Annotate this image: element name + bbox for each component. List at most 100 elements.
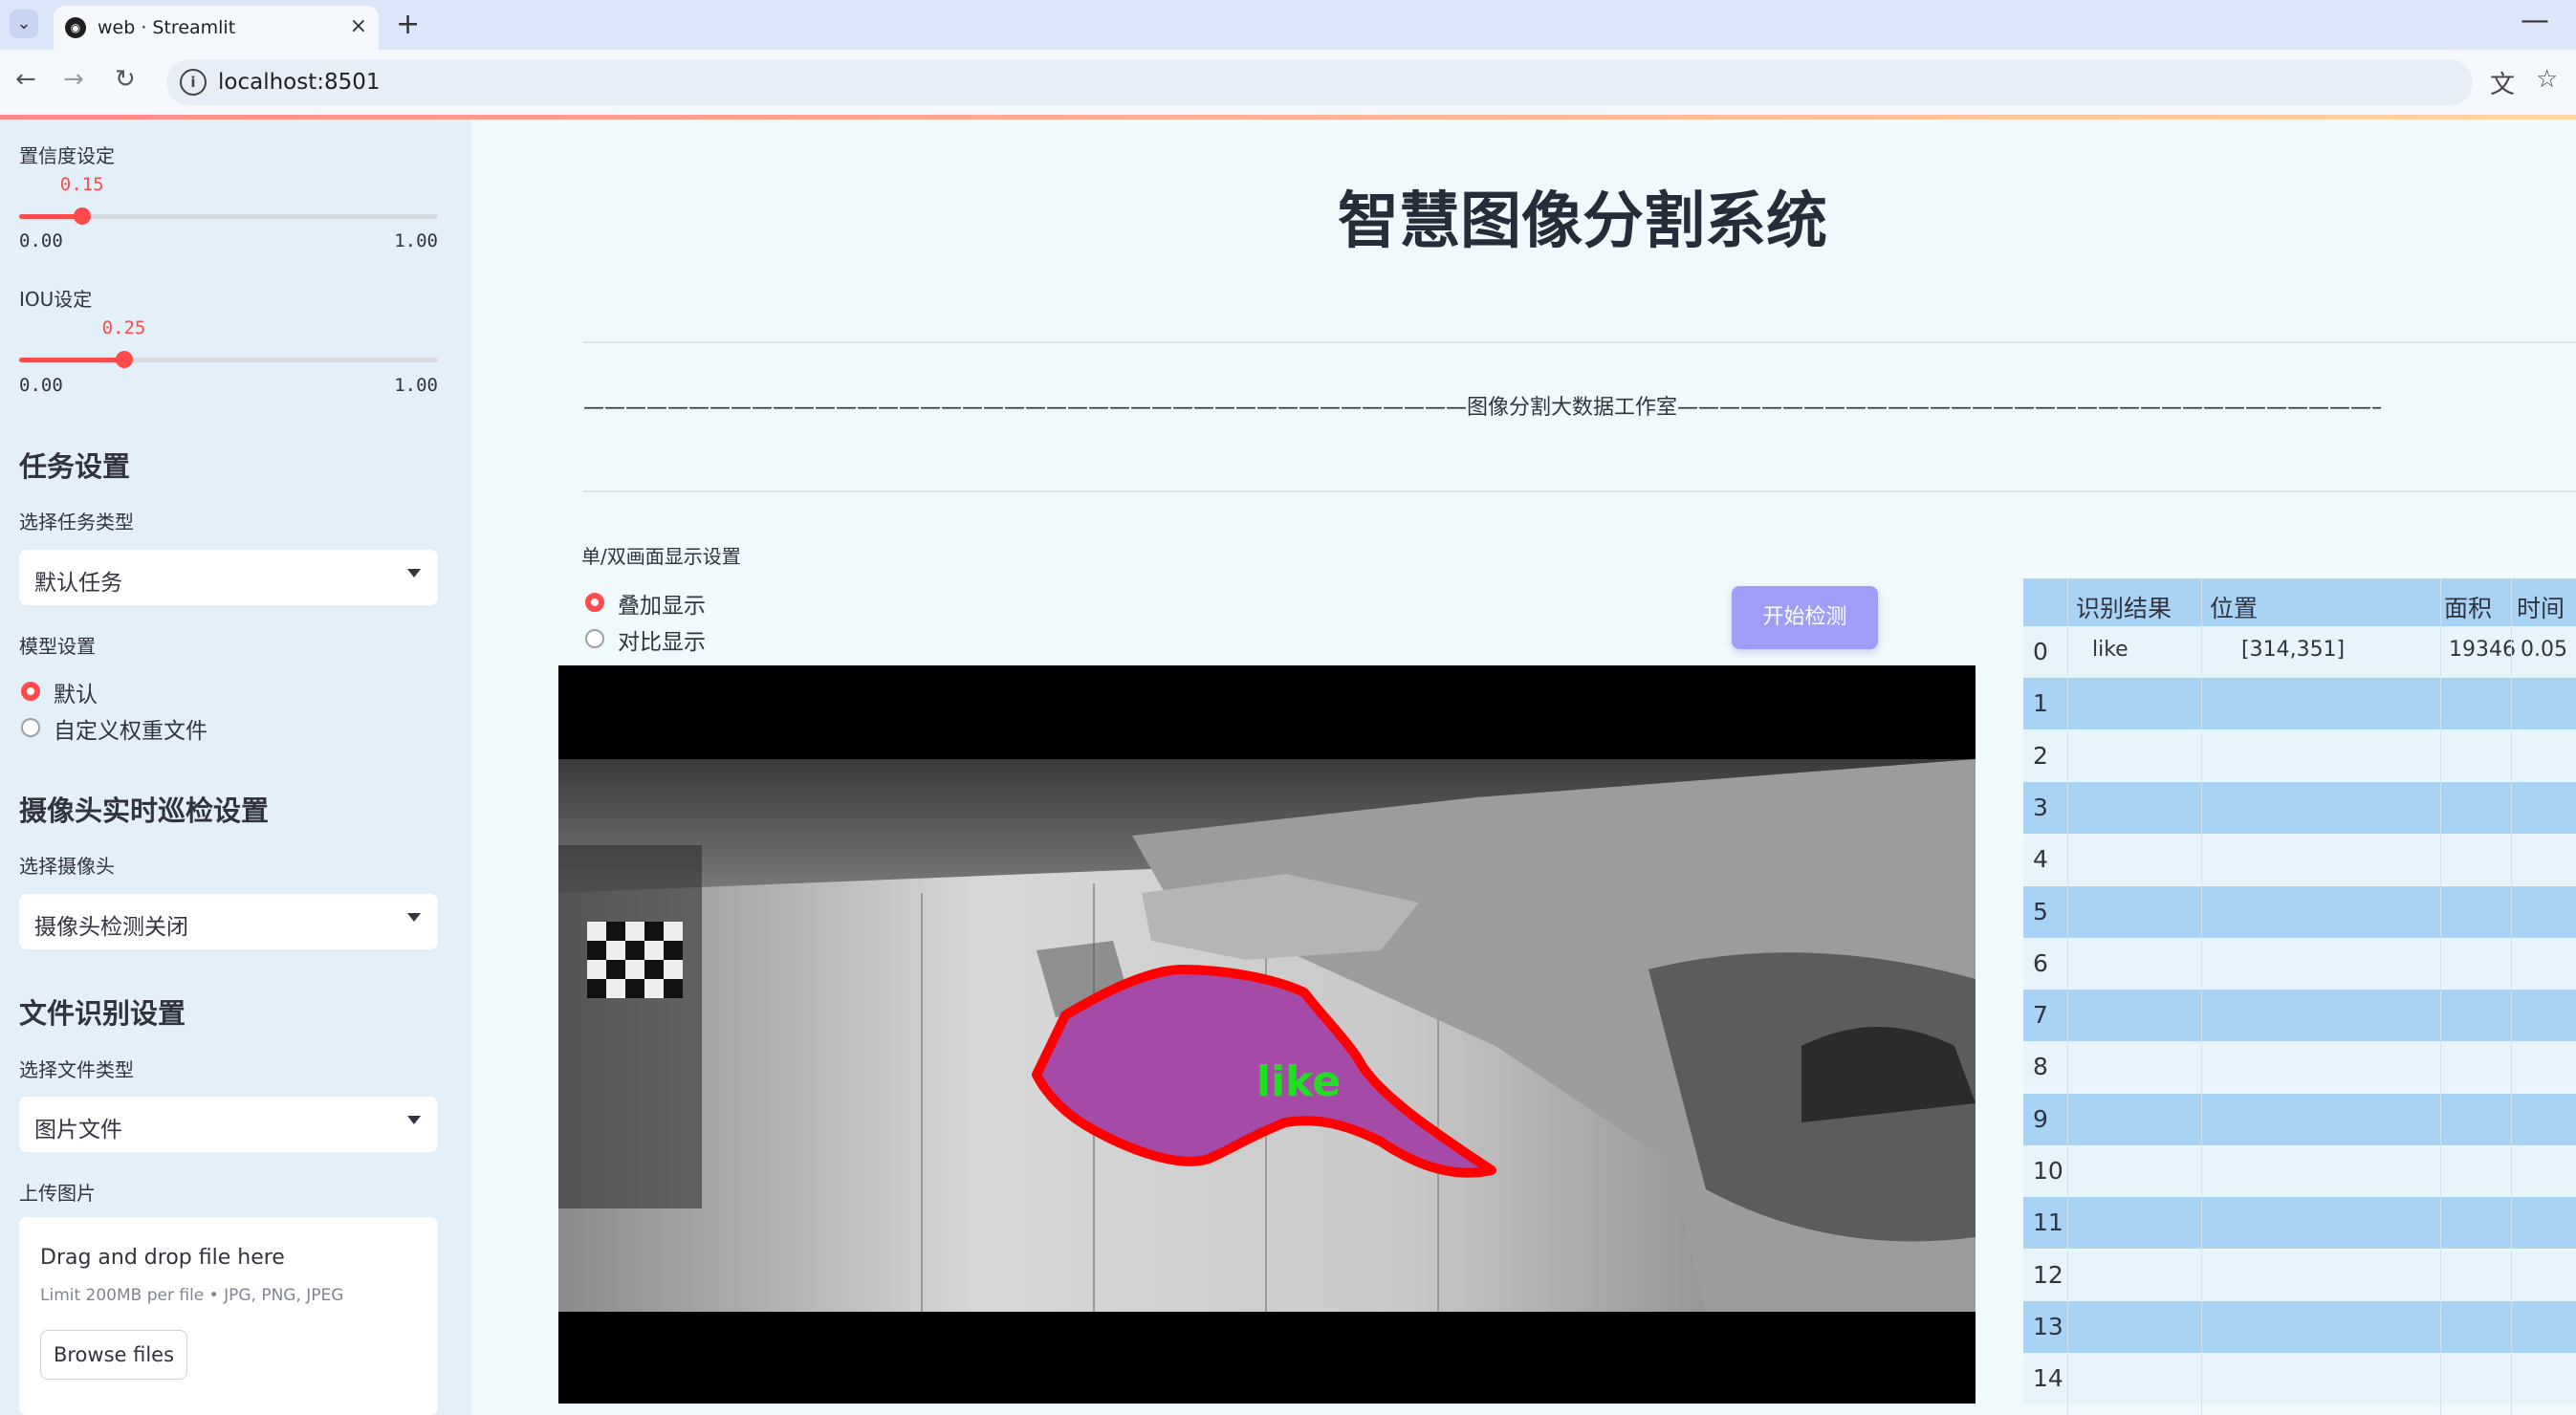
column-divider (2511, 578, 2512, 1415)
browser-tab-bar: ⌄ ◉ web · Streamlit × + — (0, 0, 2576, 50)
slider-min: 0.00 (19, 230, 63, 251)
row-index: 1 (2033, 689, 2048, 718)
task-settings-header: 任务设置 (19, 450, 131, 483)
iou-label: IOU设定 (19, 288, 93, 311)
table-row[interactable]: 12 (2023, 1249, 2576, 1301)
radio-label: 对比显示 (618, 630, 706, 655)
table-header: 识别结果 位置 面积 时间 (2023, 578, 2576, 626)
iou-range: 0.00 1.00 (19, 375, 438, 396)
translate-icon[interactable]: 文 (2490, 65, 2515, 100)
confidence-slider[interactable]: 0.15 (19, 174, 438, 231)
detection-image: like (558, 665, 1976, 1404)
drop-text: Drag and drop file here (40, 1246, 285, 1270)
table-row[interactable]: 3 (2023, 781, 2576, 834)
col-position[interactable]: 位置 (2210, 590, 2258, 624)
file-type-value: 图片文件 (34, 1118, 122, 1143)
table-row[interactable]: 8 (2023, 1041, 2576, 1094)
row-index: 4 (2033, 845, 2048, 874)
camera-frame: like (558, 759, 1976, 1312)
radio-label: 叠加显示 (618, 594, 706, 619)
slider-fill (19, 358, 124, 362)
column-divider (2201, 578, 2202, 1415)
confidence-value: 0.15 (59, 174, 104, 195)
checker-pattern (587, 922, 683, 998)
col-result[interactable]: 识别结果 (2076, 590, 2172, 624)
row-index: 5 (2033, 897, 2048, 925)
slider-max: 1.00 (394, 375, 438, 396)
radio-selected-icon (21, 682, 40, 701)
row-index: 8 (2033, 1053, 2048, 1081)
row-index: 12 (2033, 1260, 2063, 1289)
browser-tab[interactable]: ◉ web · Streamlit × (54, 6, 379, 50)
chevron-down-icon (407, 1116, 421, 1124)
task-type-label: 选择任务类型 (19, 511, 134, 533)
minimize-icon[interactable]: — (2521, 4, 2549, 37)
url-text[interactable]: localhost:8501 (218, 70, 381, 95)
divider (583, 490, 2576, 492)
limit-text: Limit 200MB per file • JPG, PNG, JPEG (40, 1286, 344, 1305)
star-icon[interactable]: ☆ (2536, 65, 2558, 94)
browse-files-button[interactable]: Browse files (40, 1330, 187, 1380)
studio-banner: ————————————————————————————————————————… (583, 396, 2381, 420)
row-index: 0 (2033, 638, 2048, 665)
divider (583, 341, 2576, 343)
table-row[interactable]: 6 (2023, 937, 2576, 990)
table-row[interactable]: 1 (2023, 678, 2576, 730)
camera-settings-header: 摄像头实时巡检设置 (19, 795, 270, 827)
table-row[interactable]: 10 (2023, 1145, 2576, 1197)
radio-unselected-icon (585, 629, 604, 648)
iou-slider[interactable]: 0.25 (19, 317, 438, 375)
table-row[interactable]: 5 (2023, 885, 2576, 938)
col-time[interactable]: 时间 (2517, 590, 2565, 624)
page-title: 智慧图像分割系统 (1338, 186, 1827, 257)
row-index: 2 (2033, 741, 2048, 770)
camera-select-value: 摄像头检测关闭 (34, 915, 188, 940)
iou-value: 0.25 (101, 317, 146, 338)
file-type-select[interactable]: 图片文件 (19, 1097, 438, 1152)
url-field[interactable]: i localhost:8501 (166, 59, 2473, 105)
task-type-value: 默认任务 (34, 571, 122, 596)
slider-thumb[interactable] (73, 207, 91, 225)
row-index: 7 (2033, 1001, 2048, 1030)
door-frame (558, 845, 702, 1208)
file-settings-header: 文件识别设置 (19, 997, 186, 1030)
row-index: 3 (2033, 793, 2048, 821)
table-row[interactable]: 14 (2023, 1353, 2576, 1405)
confidence-range: 0.00 1.00 (19, 230, 438, 251)
address-bar: ← → ↻ i localhost:8501 文 ☆ (0, 50, 2576, 115)
radio-label: 自定义权重文件 (54, 719, 207, 744)
start-detection-button[interactable]: 开始检测 (1732, 586, 1878, 649)
tab-title: web · Streamlit (98, 17, 236, 38)
camera-select[interactable]: 摄像头检测关闭 (19, 894, 438, 949)
camera-select-label: 选择摄像头 (19, 855, 115, 878)
cell-position: [314,351] (2241, 638, 2346, 662)
cell-time: 0.05 (2521, 638, 2567, 662)
table-row[interactable]: 7 (2023, 990, 2576, 1042)
results-table: 识别结果 位置 面积 时间 0 like [314,351] 19346 0.05 1 2 3… (2023, 578, 2576, 1415)
reload-icon[interactable]: ↻ (115, 65, 136, 94)
file-uploader[interactable]: Drag and drop file here Limit 200MB per … (19, 1217, 438, 1415)
table-row[interactable]: 13 (2023, 1300, 2576, 1353)
radio-selected-icon (585, 593, 604, 612)
new-tab-icon[interactable]: + (396, 8, 420, 41)
chevron-down-icon (407, 569, 421, 577)
cell-result: like (2092, 638, 2128, 662)
col-area[interactable]: 面积 (2444, 590, 2492, 624)
back-icon[interactable]: ← (15, 65, 36, 94)
table-row[interactable]: 9 (2023, 1093, 2576, 1145)
forward-icon[interactable]: → (63, 65, 84, 94)
info-icon[interactable]: i (180, 69, 207, 96)
slider-thumb[interactable] (115, 351, 133, 368)
row-index: 11 (2033, 1208, 2063, 1237)
row-index: 6 (2033, 948, 2048, 977)
tab-menu-icon[interactable]: ⌄ (10, 10, 38, 38)
task-type-select[interactable]: 默认任务 (19, 550, 438, 605)
table-row[interactable]: 11 (2023, 1197, 2576, 1250)
cell-area: 19346 (2449, 638, 2516, 662)
table-row[interactable]: 4 (2023, 834, 2576, 886)
table-row[interactable]: 2 (2023, 729, 2576, 782)
table-row[interactable]: 0 like [314,351] 19346 0.05 (2023, 626, 2576, 678)
tab-close-icon[interactable]: × (350, 14, 367, 38)
streamlit-logo-icon: ◉ (65, 17, 86, 38)
file-type-label: 选择文件类型 (19, 1058, 134, 1081)
